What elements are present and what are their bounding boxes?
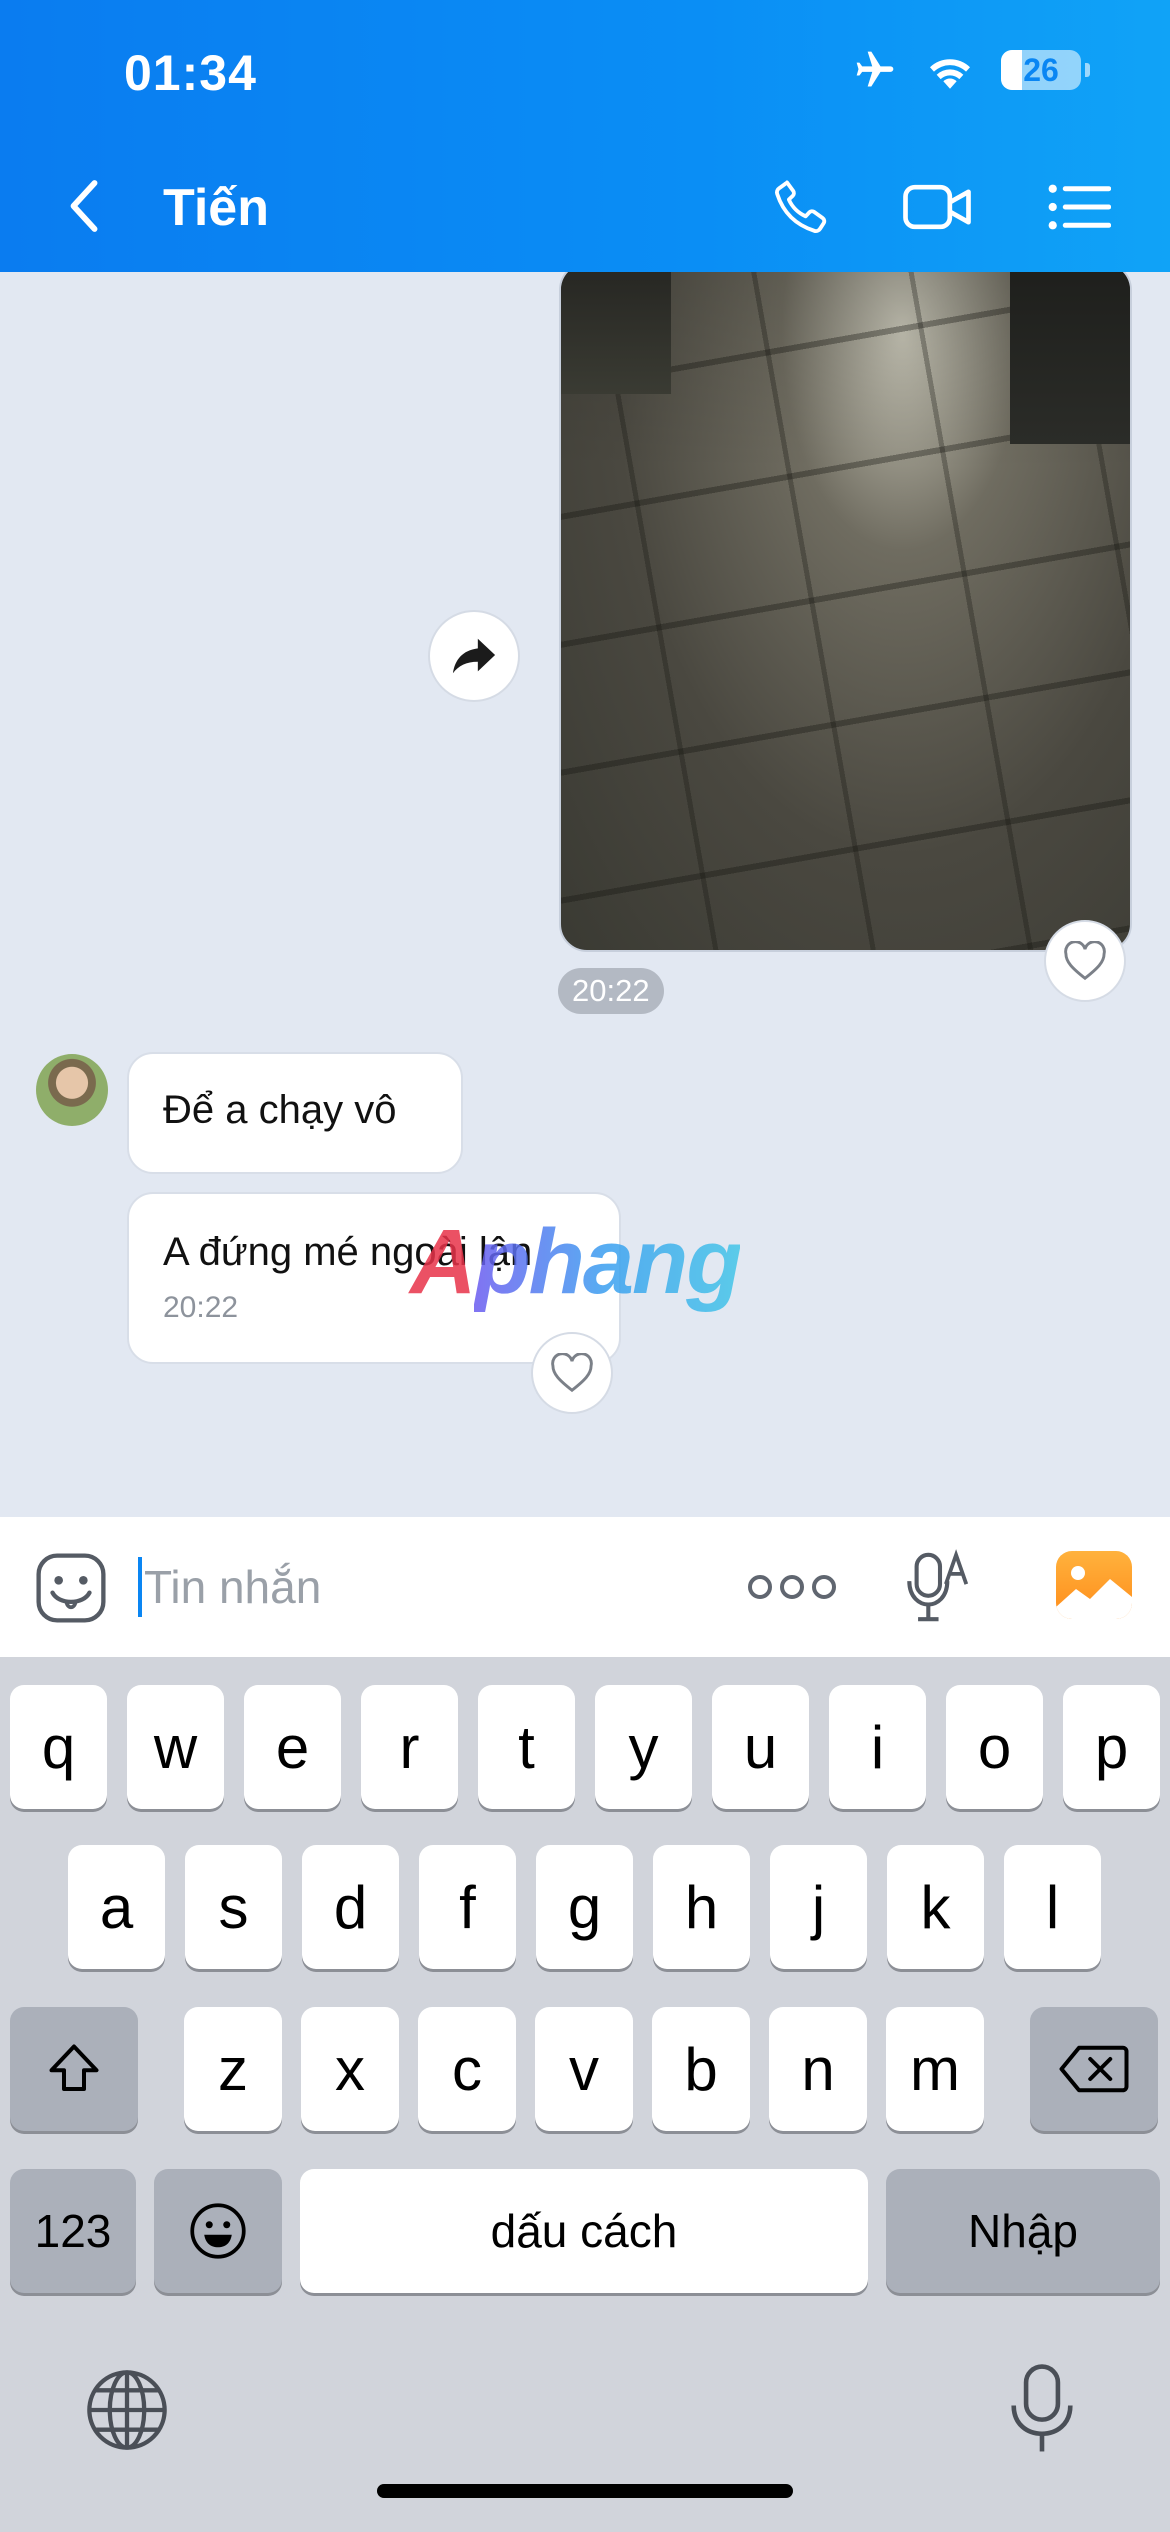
heart-icon	[1064, 941, 1106, 981]
battery-indicator: 26	[1001, 50, 1081, 90]
key-x[interactable]: x	[301, 2007, 399, 2131]
dot-icon	[748, 1575, 772, 1599]
key-y[interactable]: y	[595, 1685, 692, 1809]
key-t[interactable]: t	[478, 1685, 575, 1809]
text-cursor	[138, 1557, 142, 1617]
battery-level: 26	[1023, 51, 1059, 88]
back-button[interactable]	[62, 176, 108, 236]
video-call-button[interactable]	[902, 172, 972, 242]
shift-key[interactable]	[10, 2007, 138, 2131]
message-input-placeholder: Tin nhắn	[144, 1561, 322, 1613]
dot-icon	[812, 1575, 836, 1599]
key-h[interactable]: h	[653, 1845, 750, 1969]
key-m[interactable]: m	[886, 2007, 984, 2131]
photo-gallery-button[interactable]	[1056, 1551, 1132, 1619]
share-arrow-icon	[452, 638, 496, 674]
key-r[interactable]: r	[361, 1685, 458, 1809]
message-text: Để a chạy vô	[163, 1088, 397, 1132]
key-o[interactable]: o	[946, 1685, 1043, 1809]
key-v[interactable]: v	[535, 2007, 633, 2131]
react-heart-button[interactable]	[531, 1332, 613, 1414]
key-z[interactable]: z	[184, 2007, 282, 2131]
emoji-key[interactable]	[154, 2169, 282, 2293]
options-menu-button[interactable]	[1044, 172, 1114, 242]
status-icons: 26	[851, 48, 1090, 92]
message-input[interactable]: Tin nhắn	[138, 1547, 698, 1627]
contact-name[interactable]: Tiến	[163, 178, 269, 238]
dictation-mic-icon[interactable]	[1004, 2363, 1080, 2455]
message-input-bar: Tin nhắn	[0, 1517, 1170, 1657]
video-thumbnail-right	[1010, 272, 1130, 444]
sticker-icon[interactable]	[34, 1551, 108, 1625]
key-k[interactable]: k	[887, 1845, 984, 1969]
shift-arrow-icon	[49, 2044, 99, 2091]
message-bubble[interactable]: Để a chạy vô	[127, 1052, 463, 1174]
chat-header: 01:34 26 Tiến	[0, 0, 1170, 272]
key-c[interactable]: c	[418, 2007, 516, 2131]
list-menu-icon	[1048, 184, 1111, 230]
key-b[interactable]: b	[652, 2007, 750, 2131]
call-button[interactable]	[766, 172, 836, 242]
keyboard: qwertyuiop asdfghjkl zxcvbnm 123 dấu các…	[0, 1657, 1170, 2532]
key-g[interactable]: g	[536, 1845, 633, 1969]
key-d[interactable]: d	[302, 1845, 399, 1969]
forward-button[interactable]	[428, 610, 520, 702]
key-l[interactable]: l	[1004, 1845, 1101, 1969]
message-bubble[interactable]: A đứng mé ngoài lận 20:22	[127, 1192, 621, 1364]
numbers-key[interactable]: 123	[10, 2169, 136, 2293]
airplane-icon	[856, 51, 894, 87]
message-text: A đứng mé ngoài lận	[163, 1230, 533, 1274]
home-indicator[interactable]	[377, 2484, 793, 2498]
key-q[interactable]: q	[10, 1685, 107, 1809]
status-time: 01:34	[124, 45, 257, 101]
dot-icon	[780, 1575, 804, 1599]
backspace-icon	[1059, 2045, 1129, 2093]
wifi-icon	[930, 59, 970, 89]
video-camera-icon	[903, 184, 971, 230]
key-i[interactable]: i	[829, 1685, 926, 1809]
video-message[interactable]	[559, 272, 1132, 952]
phone-icon	[775, 180, 827, 233]
key-w[interactable]: w	[127, 1685, 224, 1809]
key-n[interactable]: n	[769, 2007, 867, 2131]
battery-fill	[1001, 50, 1022, 90]
message-timestamp: 20:22	[163, 1291, 239, 1324]
key-e[interactable]: e	[244, 1685, 341, 1809]
key-f[interactable]: f	[419, 1845, 516, 1969]
voice-to-text-icon[interactable]	[904, 1549, 976, 1625]
react-heart-button[interactable]	[1044, 920, 1126, 1002]
space-key[interactable]: dấu cách	[300, 2169, 868, 2293]
contact-avatar[interactable]	[36, 1054, 108, 1126]
key-u[interactable]: u	[712, 1685, 809, 1809]
delete-key[interactable]	[1030, 2007, 1158, 2131]
globe-icon[interactable]	[84, 2367, 170, 2453]
key-a[interactable]: a	[68, 1845, 165, 1969]
emoji-face-icon	[190, 2203, 246, 2259]
image-icon	[1056, 1566, 1132, 1619]
key-s[interactable]: s	[185, 1845, 282, 1969]
battery-tip	[1085, 63, 1090, 77]
chat-area[interactable]: 20:22 Để a chạy vô A đứng mé ngoài lận 2…	[0, 272, 1170, 1517]
video-timestamp: 20:22	[558, 968, 664, 1014]
key-p[interactable]: p	[1063, 1685, 1160, 1809]
heart-icon	[551, 1353, 593, 1393]
return-key[interactable]: Nhập	[886, 2169, 1160, 2293]
video-thumbnail-left	[561, 272, 671, 394]
key-j[interactable]: j	[770, 1845, 867, 1969]
more-options-button[interactable]	[748, 1567, 836, 1607]
